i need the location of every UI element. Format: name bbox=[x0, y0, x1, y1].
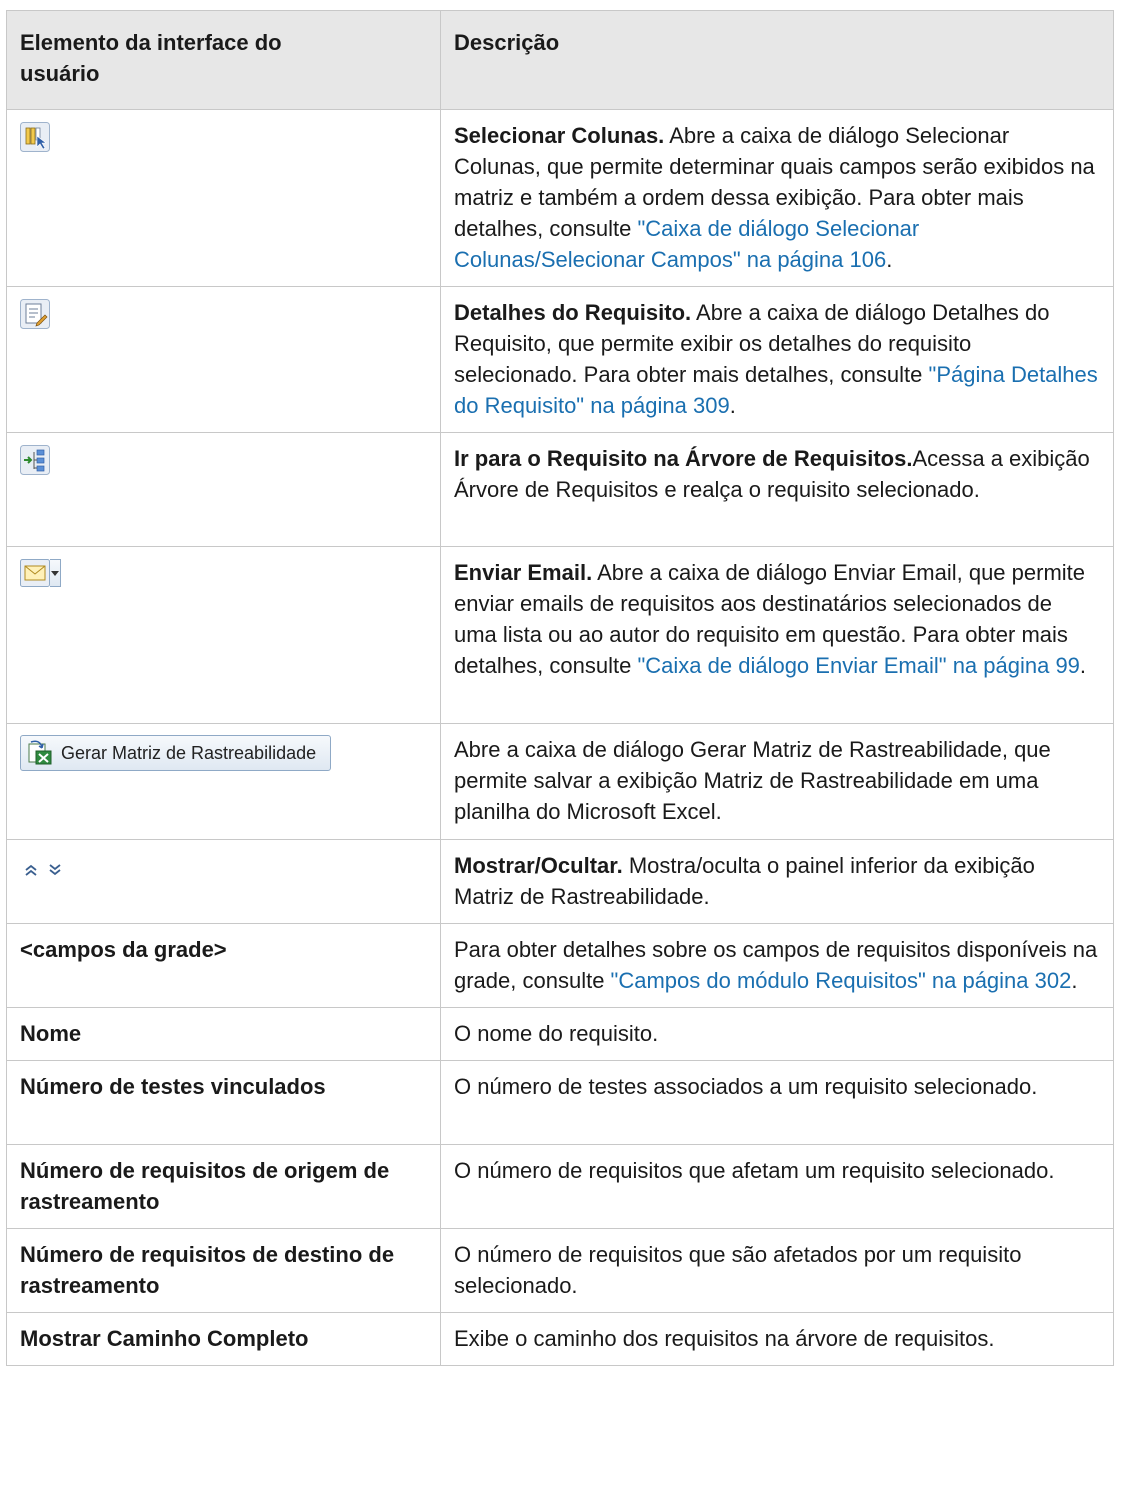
show-icon[interactable] bbox=[24, 854, 38, 885]
table-row: Nome O nome do requisito. bbox=[6, 1007, 1114, 1061]
element-cell bbox=[6, 286, 441, 433]
description-cell: Ir para o Requisito na Árvore de Requisi… bbox=[440, 432, 1114, 547]
send-email-button[interactable] bbox=[20, 559, 61, 587]
field-name: Número de testes vinculados bbox=[6, 1060, 441, 1145]
description-cell: Mostrar/Ocultar. Mostra/oculta o painel … bbox=[440, 839, 1114, 924]
chevron-down-icon[interactable] bbox=[50, 559, 61, 587]
item-title: Selecionar Colunas. bbox=[454, 123, 665, 148]
description-cell: Selecionar Colunas. Abre a caixa de diál… bbox=[440, 109, 1114, 287]
ui-elements-table: Elemento da interface do usuário Descriç… bbox=[6, 10, 1114, 1366]
description-cell: Abre a caixa de diálogo Gerar Matriz de … bbox=[440, 723, 1114, 840]
field-name: Número de requisitos de destino de rastr… bbox=[6, 1228, 441, 1313]
item-end: . bbox=[886, 247, 893, 272]
generate-traceability-matrix-label: Gerar Matriz de Rastreabilidade bbox=[61, 742, 317, 763]
item-end: . bbox=[1071, 968, 1078, 993]
table-row: Número de requisitos de destino de rastr… bbox=[6, 1228, 1114, 1313]
table-row: Número de requisitos de origem de rastre… bbox=[6, 1144, 1114, 1229]
item-title: Enviar Email. bbox=[454, 560, 593, 585]
item-end: . bbox=[1079, 653, 1087, 678]
table-header-row: Elemento da interface do usuário Descriç… bbox=[6, 10, 1114, 110]
field-description: O número de requisitos que afetam um req… bbox=[440, 1144, 1114, 1229]
hide-icon[interactable] bbox=[48, 854, 62, 885]
description-cell: Enviar Email. Abre a caixa de diálogo En… bbox=[440, 546, 1114, 724]
link-send-email-dialog[interactable]: "Caixa de diálogo Enviar Email" na págin… bbox=[637, 653, 1079, 678]
element-cell bbox=[6, 109, 441, 287]
table-row: Mostrar Caminho Completo Exibe o caminho… bbox=[6, 1312, 1114, 1366]
header-ui-element: Elemento da interface do usuário bbox=[6, 10, 441, 110]
item-title: Mostrar/Ocultar. bbox=[454, 853, 623, 878]
element-cell bbox=[6, 546, 441, 724]
item-end: . bbox=[729, 393, 736, 418]
field-description: O número de testes associados a um requi… bbox=[440, 1060, 1114, 1145]
description-cell: Para obter detalhes sobre os campos de r… bbox=[440, 923, 1114, 1008]
table-row: Mostrar/Ocultar. Mostra/oculta o painel … bbox=[6, 839, 1114, 924]
field-name: Nome bbox=[6, 1007, 441, 1061]
field-name: Número de requisitos de origem de rastre… bbox=[6, 1144, 441, 1229]
go-to-requirement-tree-icon[interactable] bbox=[20, 445, 50, 475]
requirement-details-icon[interactable] bbox=[20, 299, 50, 329]
item-description: Abre a caixa de diálogo Gerar Matriz de … bbox=[454, 737, 1051, 824]
header-ui-element-label: Elemento da interface do usuário bbox=[20, 30, 282, 86]
field-description: O número de requisitos que são afetados … bbox=[440, 1228, 1114, 1313]
table-row: Ir para o Requisito na Árvore de Requisi… bbox=[6, 432, 1114, 547]
element-cell bbox=[6, 839, 441, 924]
field-name: <campos da grade> bbox=[6, 923, 441, 1008]
description-cell: Detalhes do Requisito. Abre a caixa de d… bbox=[440, 286, 1114, 433]
item-title: Detalhes do Requisito. bbox=[454, 300, 692, 325]
header-description: Descrição bbox=[440, 10, 1114, 110]
show-hide-controls bbox=[24, 854, 62, 885]
table-row: Número de testes vinculados O número de … bbox=[6, 1060, 1114, 1145]
table-row: Enviar Email. Abre a caixa de diálogo En… bbox=[6, 546, 1114, 724]
excel-export-icon bbox=[27, 740, 53, 766]
element-cell: Gerar Matriz de Rastreabilidade bbox=[6, 723, 441, 840]
field-name: Mostrar Caminho Completo bbox=[6, 1312, 441, 1366]
item-title: Ir para o Requisito na Árvore de Requisi… bbox=[454, 446, 913, 471]
table-row: Selecionar Colunas. Abre a caixa de diál… bbox=[6, 109, 1114, 287]
select-columns-icon[interactable] bbox=[20, 122, 50, 152]
field-description: O nome do requisito. bbox=[440, 1007, 1114, 1061]
table-row: Gerar Matriz de Rastreabilidade Abre a c… bbox=[6, 723, 1114, 840]
link-requirements-module-fields[interactable]: "Campos do módulo Requisitos" na página … bbox=[611, 968, 1072, 993]
send-email-icon bbox=[20, 559, 50, 587]
generate-traceability-matrix-button[interactable]: Gerar Matriz de Rastreabilidade bbox=[20, 735, 332, 771]
element-cell bbox=[6, 432, 441, 547]
table-row: <campos da grade> Para obter detalhes so… bbox=[6, 923, 1114, 1008]
table-row: Detalhes do Requisito. Abre a caixa de d… bbox=[6, 286, 1114, 433]
field-description: Exibe o caminho dos requisitos na árvore… bbox=[440, 1312, 1114, 1366]
